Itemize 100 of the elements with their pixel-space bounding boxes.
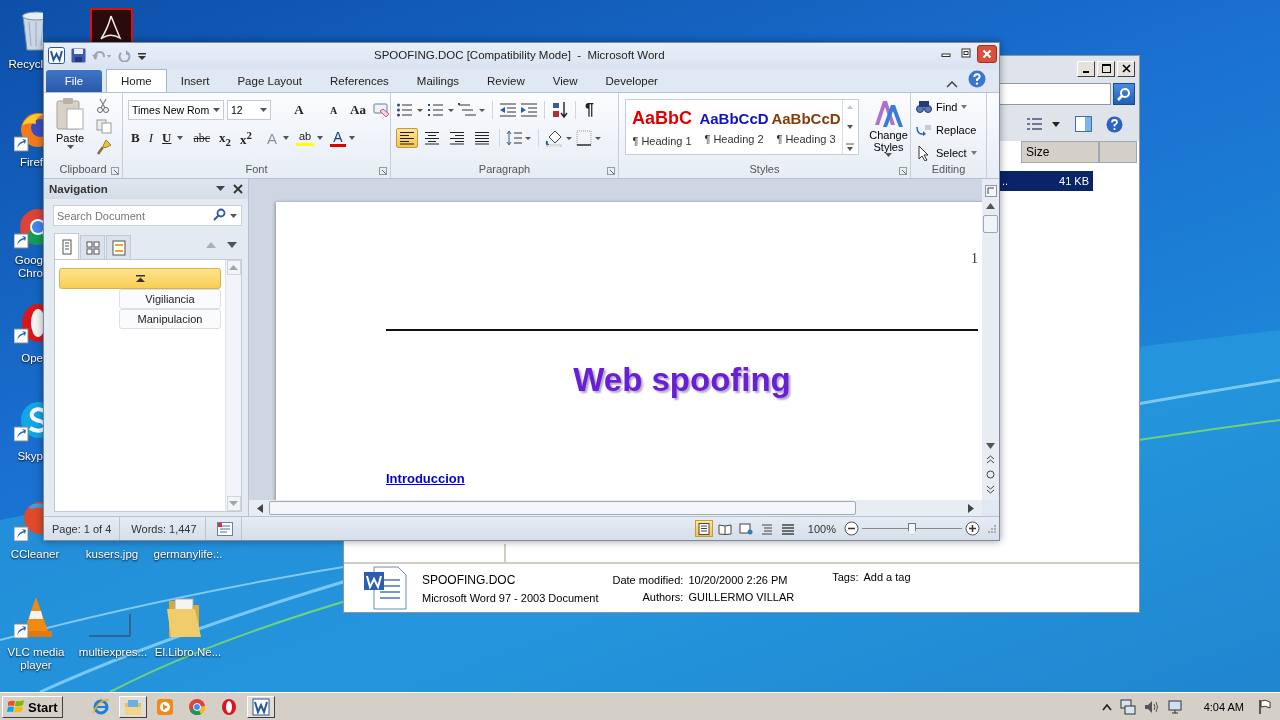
scroll-right-icon[interactable] — [968, 503, 974, 513]
desktop-icon-label[interactable]: Recycl — [0, 58, 43, 71]
file-tab[interactable]: File — [46, 70, 102, 93]
minimize-ribbon-icon[interactable] — [946, 80, 958, 89]
borders-icon[interactable] — [576, 130, 602, 147]
letters-icon[interactable] — [872, 99, 905, 130]
show-hidden-icons-icon[interactable] — [1101, 702, 1112, 712]
desktop-icon-label[interactable]: Ope — [0, 352, 43, 365]
app-icon[interactable] — [219, 698, 238, 716]
style-item[interactable]: AaBbCcD ¶ Heading 2 — [698, 100, 770, 155]
numbering-icon[interactable] — [427, 102, 455, 119]
zoom-out-icon[interactable] — [844, 521, 859, 537]
format-painter-icon[interactable] — [96, 139, 112, 156]
desktop-icon-label[interactable]: Skyp — [0, 450, 43, 463]
line-spacing-icon[interactable] — [506, 130, 532, 147]
caret-icon[interactable] — [970, 150, 977, 155]
document-icon[interactable] — [111, 239, 126, 256]
caret-icon[interactable] — [885, 153, 892, 158]
dialog-launcher-icon[interactable] — [899, 167, 907, 176]
heading-item[interactable]: Vigiliancia — [119, 289, 221, 310]
caret-icon[interactable] — [213, 108, 220, 113]
scrollbar[interactable] — [249, 500, 982, 517]
desktop-icon-label[interactable]: Goog Chro — [0, 254, 43, 280]
ribbon-tab[interactable]: Page Layout — [223, 70, 317, 93]
font-size-field[interactable]: 12 — [227, 100, 271, 121]
scroll-thumb[interactable] — [983, 215, 998, 234]
ribbon-tab[interactable]: Home — [106, 69, 167, 93]
zoom-slider[interactable] — [862, 521, 962, 536]
change-case-button[interactable]: Aa — [347, 102, 369, 119]
word-logo-icon[interactable] — [48, 47, 65, 65]
view-options-icon[interactable] — [1027, 117, 1061, 131]
ribbon-tab[interactable]: References — [316, 70, 403, 93]
file-row[interactable]: .. 41 KB — [998, 171, 1093, 191]
display-icon[interactable] — [1167, 699, 1182, 715]
dialog-launcher-icon[interactable] — [607, 167, 615, 176]
caret-icon[interactable] — [66, 145, 74, 150]
results-view-tab[interactable] — [106, 235, 131, 260]
style-item[interactable]: AaBbCcD ¶ Heading 3 — [770, 100, 842, 155]
help-icon[interactable] — [968, 70, 986, 89]
shading-icon[interactable] — [545, 129, 573, 148]
sort-icon[interactable] — [551, 101, 569, 120]
column-header[interactable]: Size — [1021, 141, 1099, 163]
maximize-button[interactable] — [1097, 60, 1115, 77]
volume-icon[interactable] — [1143, 699, 1160, 715]
clear-formatting-icon[interactable] — [372, 102, 390, 119]
paste-button[interactable]: Paste — [48, 97, 92, 164]
shrink-font-button[interactable]: A — [326, 104, 341, 116]
multilevel-list-icon[interactable] — [458, 102, 486, 119]
scroll-up-icon[interactable] — [986, 203, 995, 210]
search-field[interactable]: Search Document — [53, 205, 242, 227]
browse-object-icon[interactable] — [986, 470, 995, 480]
highlight-button[interactable]: ab — [295, 130, 315, 147]
pane-options-icon[interactable] — [216, 186, 225, 193]
preview-pane-icon[interactable] — [1075, 116, 1092, 132]
collapse-icon[interactable] — [135, 274, 145, 283]
search-icon[interactable] — [212, 208, 226, 223]
ribbon-tab[interactable]: Review — [473, 70, 539, 93]
close-icon[interactable] — [233, 184, 243, 195]
restore-icon[interactable] — [961, 48, 971, 58]
binoculars-icon[interactable] — [916, 99, 932, 114]
pdf-icon[interactable] — [90, 8, 133, 42]
italic-button[interactable]: I — [145, 130, 156, 147]
page-count[interactable]: Page: 1 of 4 — [44, 517, 121, 540]
cut-icon[interactable] — [96, 98, 110, 115]
previous-page-icon[interactable] — [986, 455, 995, 465]
next-heading-icon[interactable] — [226, 241, 238, 250]
replace-icon[interactable] — [916, 122, 932, 137]
ruler-icon[interactable] — [984, 185, 997, 198]
dropdown-arrow-icon[interactable] — [317, 136, 324, 141]
caret-icon[interactable] — [230, 214, 237, 219]
start-button[interactable]: Start — [2, 696, 63, 718]
scroll-thumb[interactable] — [269, 501, 856, 516]
color-button[interactable]: A — [330, 129, 346, 147]
dropdown-arrow-icon[interactable] — [348, 136, 355, 141]
strike-button[interactable]: abc — [190, 130, 214, 146]
show-formatting-marks-button[interactable]: ¶ — [582, 101, 597, 120]
minimize-button[interactable] — [1077, 60, 1095, 77]
help-icon[interactable] — [1106, 115, 1123, 133]
proofing-icon[interactable] — [216, 521, 233, 536]
zoom-level[interactable]: 100% — [807, 522, 836, 535]
close-icon[interactable] — [1121, 64, 1131, 73]
style-item[interactable]: AaBbC ¶ Heading 1 — [626, 100, 698, 155]
ribbon-tab[interactable]: Developer — [591, 70, 672, 93]
superscript-button[interactable]: x$^{2}$ — [237, 128, 255, 149]
taskbar-app-button[interactable] — [118, 696, 147, 718]
change-styles-button[interactable]: Change Styles — [867, 99, 910, 164]
word-count[interactable]: Words: 1,447 — [123, 517, 206, 540]
grow-font-button[interactable]: A — [274, 102, 324, 119]
select-button[interactable]: Select — [916, 143, 986, 163]
subscript-button[interactable]: x$_{2}$ — [216, 129, 234, 148]
resize-grip-icon[interactable] — [987, 523, 997, 534]
save-icon[interactable] — [71, 48, 86, 64]
bold-button[interactable]: B — [128, 130, 143, 147]
decrease-indent-icon[interactable] — [499, 102, 517, 119]
desktop-icon-label[interactable]: Firef — [0, 156, 43, 169]
maximize-icon[interactable] — [1101, 64, 1111, 73]
increase-indent-icon[interactable] — [520, 102, 538, 119]
search-field[interactable] — [999, 83, 1111, 105]
replace-button[interactable]: Replace — [916, 120, 986, 140]
dialog-launcher-icon[interactable] — [111, 167, 119, 176]
